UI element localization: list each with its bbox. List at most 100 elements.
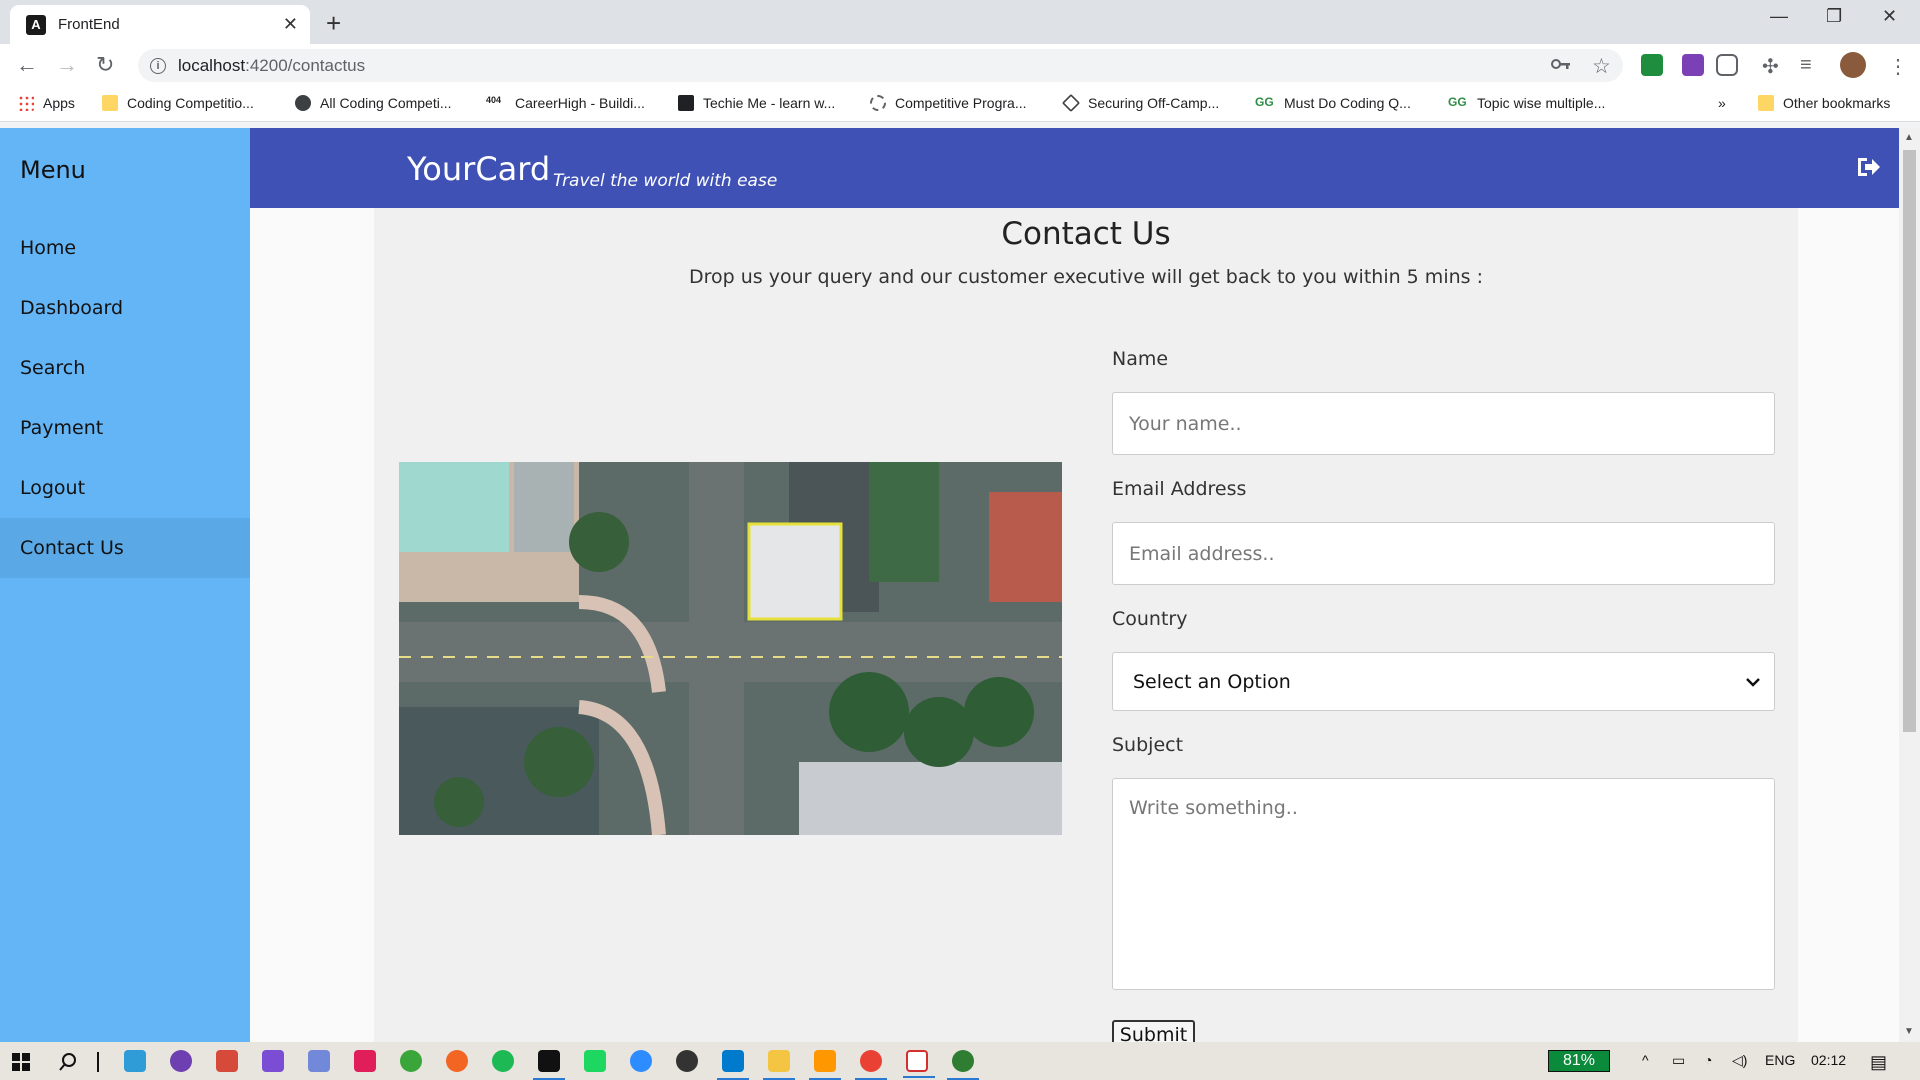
window-close-icon[interactable]: ✕ [1882, 6, 1897, 27]
new-tab-button[interactable]: + [326, 8, 341, 39]
app-green-circle-icon[interactable] [492, 1050, 514, 1072]
extensions-puzzle-icon[interactable]: ✣ [1762, 54, 1779, 79]
tab-close-icon[interactable]: ✕ [283, 14, 298, 35]
back-icon[interactable]: ← [16, 52, 38, 78]
visual-studio-icon[interactable] [262, 1050, 284, 1072]
sidebar-item-logout[interactable]: Logout [0, 458, 250, 518]
browser-tab[interactable]: A FrontEnd ✕ [10, 5, 310, 44]
star-icon[interactable]: ☆ [1592, 54, 1611, 79]
page-title: Contact Us [1001, 216, 1171, 252]
chevron-down-icon [1746, 677, 1760, 687]
pocket-extension-icon[interactable] [1716, 54, 1738, 76]
app-leaf-icon[interactable] [947, 1050, 979, 1080]
email-label: Email Address [1112, 478, 1247, 500]
minimize-icon[interactable]: — [1770, 6, 1788, 27]
geeksforgeeks-icon: GG [1448, 95, 1467, 109]
contact-page: Contact Us Drop us your query and our cu… [374, 208, 1798, 1050]
reload-icon[interactable]: ↻ [96, 52, 114, 78]
geeksforgeeks-icon: GG [1255, 95, 1274, 109]
language-indicator[interactable]: ENG [1765, 1052, 1795, 1068]
sidebar-title: Menu [20, 156, 86, 184]
subject-textarea[interactable]: Write something.. [1112, 778, 1775, 990]
search-icon[interactable] [58, 1052, 78, 1072]
scroll-down-icon[interactable]: ▼ [1904, 1026, 1914, 1037]
windows-start-icon[interactable] [12, 1053, 30, 1071]
url-text[interactable]: localhost:4200/contactus [178, 56, 365, 76]
obs-icon[interactable] [676, 1050, 698, 1072]
spotify-icon[interactable] [584, 1050, 606, 1072]
city-intersection-image [399, 462, 1062, 835]
bookmark-techie-me[interactable]: Techie Me - learn w... [678, 95, 835, 111]
subject-label: Subject [1112, 734, 1184, 756]
bookmark-must-do-coding[interactable]: GG Must Do Coding Q... [1255, 95, 1411, 111]
browser-menu-icon[interactable]: ⋮ [1888, 54, 1908, 79]
intellij-icon[interactable] [533, 1050, 565, 1080]
battery-icon[interactable]: ▭ [1672, 1052, 1685, 1069]
tab-title: FrontEnd [58, 16, 120, 33]
onenote-extension-icon[interactable] [1682, 54, 1704, 76]
discord-icon[interactable] [308, 1050, 330, 1072]
app-puzzle-icon[interactable] [216, 1050, 238, 1072]
bookmark-coding-competitions-folder[interactable]: Coding Competitio... [102, 95, 254, 111]
sidebar-item-payment[interactable]: Payment [0, 398, 250, 458]
app-green-icon[interactable] [400, 1050, 422, 1072]
grammarly-extension-icon[interactable] [1641, 54, 1663, 76]
sidebar-item-search[interactable]: Search [0, 338, 250, 398]
sidebar-item-home[interactable]: Home [0, 218, 250, 278]
show-hidden-icons-icon[interactable]: ^ [1642, 1052, 1649, 1068]
country-select[interactable]: Select an Option [1112, 652, 1775, 711]
sign-out-icon[interactable] [1855, 154, 1881, 180]
bookmarks-overflow-button[interactable]: » [1718, 95, 1726, 111]
bookmark-all-coding-competitions[interactable]: All Coding Competi... [295, 95, 452, 111]
wifi-icon[interactable]: ◔ [1704, 1052, 1712, 1068]
pdf-reader-icon[interactable] [903, 1050, 935, 1078]
name-input[interactable]: Your name.. [1112, 392, 1775, 455]
bookmark-competitive-programming[interactable]: Competitive Progra... [870, 95, 1027, 111]
country-label: Country [1112, 608, 1188, 630]
browser-tabstrip: A FrontEnd ✕ + — ❐ ✕ [0, 0, 1920, 44]
profile-avatar[interactable] [1840, 52, 1866, 78]
forward-icon[interactable]: → [56, 52, 78, 78]
slack-icon[interactable] [354, 1050, 376, 1072]
battery-indicator[interactable]: 81% [1548, 1050, 1610, 1072]
scrollbar-thumb[interactable] [1903, 150, 1916, 732]
sublime-text-icon[interactable] [809, 1050, 841, 1080]
sidebar-item-contact-us[interactable]: Contact Us [0, 518, 250, 578]
bookmark-other-bookmarks[interactable]: Other bookmarks [1758, 95, 1890, 111]
brand-tagline: Travel the world with ease [553, 171, 778, 191]
app-purple-icon[interactable] [170, 1050, 192, 1072]
globe-icon [295, 95, 311, 111]
media-queue-icon[interactable]: ≡ [1800, 54, 1812, 77]
app-l-icon[interactable] [124, 1050, 146, 1072]
404-icon: 404 [486, 95, 502, 105]
bookmark-careerhigh[interactable]: 404 CareerHigh - Buildi... [486, 95, 645, 111]
key-icon[interactable] [1551, 56, 1571, 72]
folder-icon [102, 95, 118, 111]
file-explorer-icon[interactable] [763, 1050, 795, 1080]
zoom-icon[interactable] [630, 1050, 652, 1072]
scroll-up-icon[interactable]: ▲ [1904, 132, 1914, 143]
chrome-icon[interactable] [855, 1050, 887, 1080]
apps-grid-icon [18, 95, 34, 111]
angular-favicon-icon: A [26, 14, 46, 35]
volume-icon[interactable]: ◁) [1732, 1052, 1747, 1069]
name-label: Name [1112, 348, 1169, 370]
email-input[interactable]: Email address.. [1112, 522, 1775, 585]
clock[interactable]: 02:12 [1811, 1052, 1846, 1068]
app-orange-icon[interactable] [446, 1050, 468, 1072]
bookmark-topic-wise[interactable]: GG Topic wise multiple... [1448, 95, 1605, 111]
page-subtitle: Drop us your query and our customer exec… [689, 266, 1483, 288]
folder-icon [1758, 95, 1774, 111]
vscode-icon[interactable] [717, 1050, 749, 1080]
loading-circle-icon [870, 95, 886, 111]
windows-taskbar: 81% ^ ▭ ◔ ◁) ENG 02:12 ▤ [0, 1042, 1920, 1080]
site-info-icon[interactable]: i [150, 57, 166, 74]
bookmark-apps[interactable]: Apps [18, 95, 75, 111]
address-bar[interactable]: i localhost:4200/contactus [138, 49, 1623, 82]
bookmark-securing-off-campus[interactable]: Securing Off-Camp... [1061, 93, 1219, 113]
task-view-icon[interactable] [97, 1052, 99, 1072]
page-scrollbar[interactable]: ▲ ▼ [1899, 128, 1920, 1042]
notifications-icon[interactable]: ▤ [1870, 1052, 1887, 1073]
sidebar-item-dashboard[interactable]: Dashboard [0, 278, 250, 338]
restore-icon[interactable]: ❐ [1826, 6, 1842, 27]
